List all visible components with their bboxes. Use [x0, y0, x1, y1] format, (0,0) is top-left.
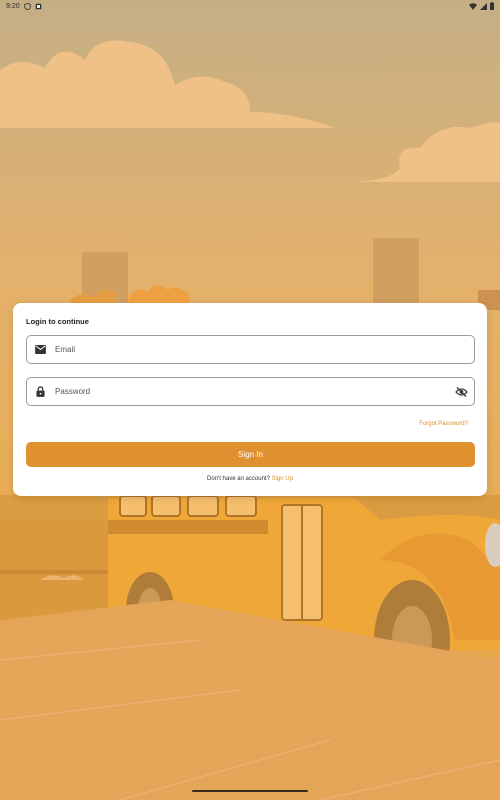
login-card: Login to continue Forgot Password? Sign … [13, 303, 487, 496]
status-left: 9:20 [6, 2, 42, 10]
login-title: Login to continue [26, 317, 89, 326]
email-field[interactable] [26, 335, 475, 364]
shield-icon [23, 2, 31, 10]
sign-in-button[interactable]: Sign In [26, 442, 475, 467]
wifi-icon [469, 2, 477, 10]
lock-icon [34, 386, 46, 398]
forgot-password-link[interactable]: Forgot Password? [419, 421, 468, 427]
email-input[interactable] [55, 336, 474, 363]
signup-row: Don't have an account? Sign Up [13, 476, 487, 482]
status-time: 9:20 [6, 2, 20, 10]
mail-icon [34, 344, 46, 356]
eye-off-icon[interactable] [455, 385, 468, 398]
signal-icon [480, 2, 487, 10]
signup-prompt: Don't have an account? [207, 476, 270, 482]
battery-icon [490, 2, 494, 10]
status-bar: 9:20 [0, 0, 500, 12]
sign-up-link[interactable]: Sign Up [272, 476, 293, 482]
navigation-handle[interactable] [192, 790, 308, 792]
password-field[interactable] [26, 377, 475, 406]
status-right [469, 2, 494, 10]
notification-icon [35, 3, 42, 10]
password-input[interactable] [55, 378, 455, 405]
